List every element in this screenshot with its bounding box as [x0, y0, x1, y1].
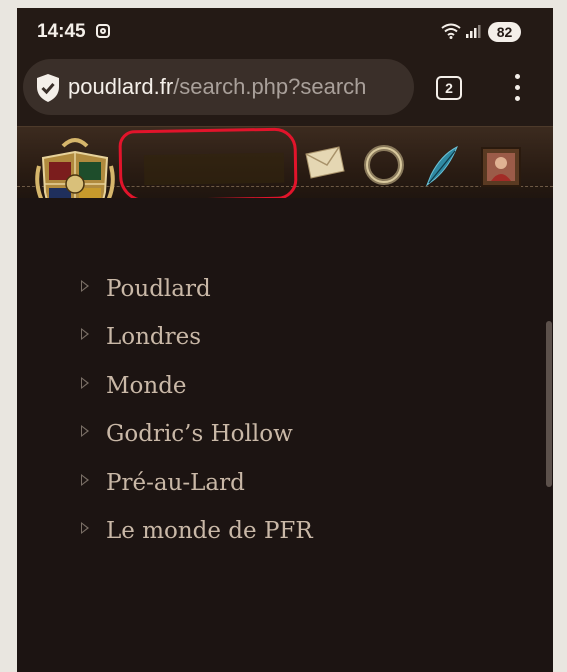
instagram-icon — [96, 24, 110, 38]
menu-item-label: Poudlard — [106, 276, 211, 302]
menu-item-label: Pré-au-Lard — [106, 470, 245, 496]
triangle-right-icon — [81, 328, 89, 340]
url-domain: poudlard.fr — [68, 74, 174, 99]
url-path: /search.php?search — [173, 74, 367, 99]
menu-item-label: Le monde de PFR — [106, 518, 313, 544]
signal-icon — [466, 25, 481, 38]
triangle-right-icon — [81, 280, 89, 292]
portrait-icon[interactable] — [479, 145, 523, 189]
tabs-button[interactable]: 2 — [436, 76, 462, 100]
triangle-right-icon — [81, 474, 89, 486]
menu-item-londres[interactable]: Londres — [81, 320, 201, 354]
ring-icon[interactable] — [363, 145, 405, 185]
menu-icon[interactable] — [509, 74, 525, 104]
menu-item-pre-au-lard[interactable]: Pré-au-Lard — [81, 466, 245, 500]
url-text[interactable]: poudlard.fr/search.php?search — [68, 74, 366, 100]
battery-badge: 82 — [488, 22, 521, 42]
menu-item-label: Godric’s Hollow — [106, 421, 293, 447]
envelope-icon[interactable] — [303, 145, 347, 181]
menu-item-label: Londres — [106, 324, 202, 350]
status-time: 14:45 — [37, 21, 86, 42]
wifi-icon — [441, 23, 461, 39]
phone-screen: 14:45 82 poudlard.fr/search.php?search 2 — [17, 8, 553, 672]
menu-item-poudlard[interactable]: Poudlard — [81, 272, 211, 306]
menu-item-le-monde-de-pfr[interactable]: Le monde de PFR — [81, 514, 313, 548]
menu-item-monde[interactable]: Monde — [81, 369, 187, 403]
triangle-right-icon — [81, 377, 89, 389]
address-bar[interactable]: poudlard.fr/search.php?search — [23, 59, 414, 115]
search-field[interactable] — [143, 152, 285, 186]
triangle-right-icon — [81, 425, 89, 437]
status-bar: 14:45 82 — [17, 8, 553, 52]
menu-item-godrics-hollow[interactable]: Godric’s Hollow — [81, 417, 293, 451]
menu-item-label: Monde — [106, 373, 187, 399]
triangle-right-icon — [81, 522, 89, 534]
search-field-highlight — [118, 127, 298, 203]
quill-icon[interactable] — [421, 145, 461, 189]
browser-toolbar: poudlard.fr/search.php?search 2 — [17, 52, 553, 126]
scrollbar-thumb[interactable] — [546, 321, 552, 487]
shield-icon[interactable] — [35, 73, 61, 103]
